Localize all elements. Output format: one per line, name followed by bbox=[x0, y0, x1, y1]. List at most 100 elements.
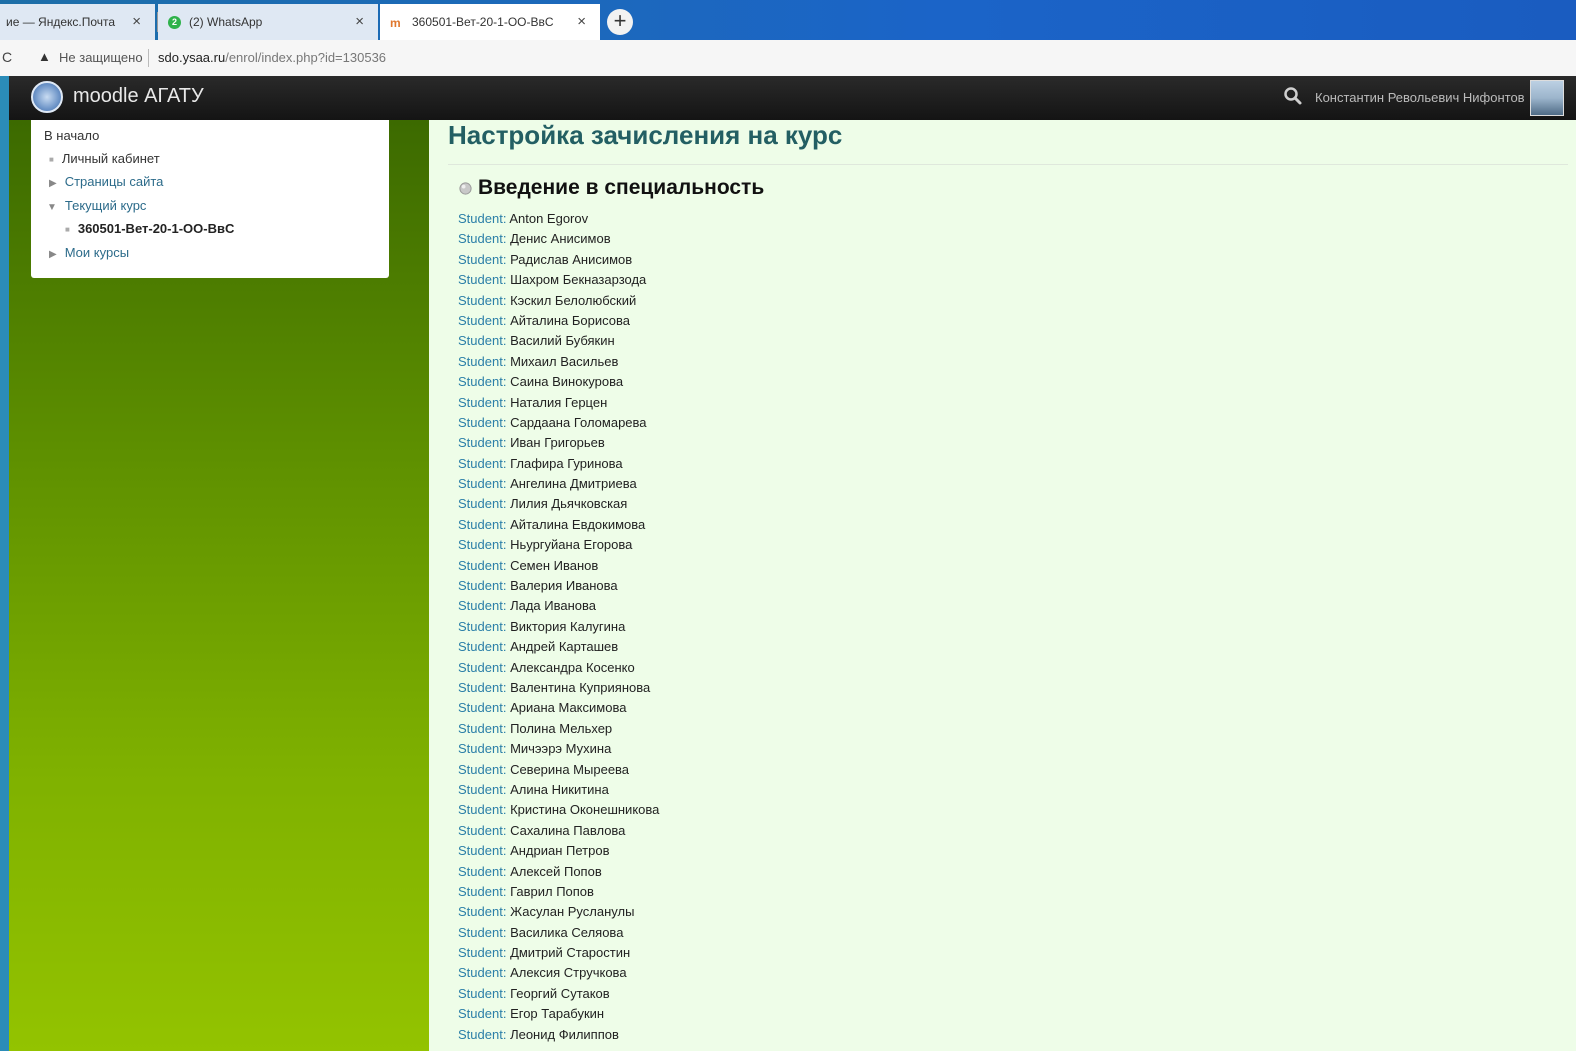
student-name: Сардаана Голомарева bbox=[510, 414, 647, 430]
university-logo-icon[interactable] bbox=[31, 81, 63, 113]
main-content: Настройка зачисления на курс Введение в … bbox=[429, 120, 1576, 1051]
role-label: Student: bbox=[458, 802, 507, 818]
role-label: Student: bbox=[458, 394, 507, 410]
sidebar-item-dashboard[interactable]: ■ Личный кабинет bbox=[49, 151, 160, 166]
role-label: Student: bbox=[458, 272, 507, 288]
sidebar-item-label: Страницы сайта bbox=[64, 174, 164, 189]
tab-yandex-mail[interactable]: ие — Яндекс.Почта × bbox=[0, 4, 155, 40]
list-item: Student: Айталина Борисова bbox=[458, 311, 659, 331]
list-item: Student: Василий Бубякин bbox=[458, 331, 659, 351]
student-name: Валентина Куприянова bbox=[510, 679, 651, 695]
student-name: Радислав Анисимов bbox=[510, 251, 633, 267]
student-name: Георгий Сутаков bbox=[510, 985, 610, 1001]
list-item: Student: Anton Egorov bbox=[458, 209, 659, 229]
list-item: Student: Валентина Куприянова bbox=[458, 678, 659, 698]
user-name[interactable]: Константин Револьевич Нифонтов bbox=[1315, 90, 1525, 105]
sidebar-item-home[interactable]: В начало bbox=[44, 128, 99, 143]
url-host: sdo.ysaa.ru bbox=[158, 50, 226, 65]
role-label: Student: bbox=[458, 985, 507, 1001]
list-item: Student: Иван Григорьев bbox=[458, 433, 659, 453]
student-name: Алина Никитина bbox=[510, 781, 609, 797]
role-label: Student: bbox=[458, 312, 507, 328]
role-label: Student: bbox=[458, 965, 507, 981]
student-name: Anton Egorov bbox=[509, 211, 589, 226]
list-item: Student: Сахалина Павлова bbox=[458, 821, 659, 841]
student-name: Ариана Максимова bbox=[510, 700, 627, 716]
role-label: Student: bbox=[458, 863, 507, 879]
sidebar-item-course-code[interactable]: ■ 360501-Вет-20-1-ОО-ВвС bbox=[65, 221, 234, 236]
caret-down-icon: ▼ bbox=[47, 202, 57, 213]
reload-icon[interactable]: C bbox=[2, 49, 12, 65]
list-item: Student: Северина Мыреева bbox=[458, 760, 659, 780]
tab-course[interactable]: m 360501-Вет-20-1-ОО-ВвС × bbox=[380, 4, 600, 40]
address-bar[interactable]: C ▲ Не защищено sdo.ysaa.ru/enrol/index.… bbox=[0, 40, 1576, 76]
whatsapp-icon: 2 bbox=[168, 15, 181, 29]
role-label: Student: bbox=[458, 516, 507, 532]
role-label: Student: bbox=[458, 843, 507, 859]
list-item: Student: Егор Тарабукин bbox=[458, 1004, 659, 1024]
student-name: Валерия Иванова bbox=[510, 578, 618, 594]
student-name: Айталина Евдокимова bbox=[510, 516, 646, 532]
student-name: Северина Мыреева bbox=[510, 761, 630, 777]
student-name: Василика Селяова bbox=[510, 924, 624, 940]
student-name: Александра Косенко bbox=[510, 659, 635, 675]
role-label: Student: bbox=[458, 211, 507, 226]
role-label: Student: bbox=[458, 1006, 507, 1022]
list-item: Student: Лилия Дьячковская bbox=[458, 494, 659, 514]
list-item: Student: Ангелина Дмитриева bbox=[458, 474, 659, 494]
window-edge bbox=[0, 0, 9, 1051]
student-name: Ньургуйана Егорова bbox=[510, 537, 633, 553]
list-item: Student: Глафира Гуринова bbox=[458, 454, 659, 474]
url-path: /enrol/index.php?id=130536 bbox=[225, 50, 387, 65]
list-item: Student: Дмитрий Старостин bbox=[458, 943, 659, 963]
tab-whatsapp[interactable]: 2 (2) WhatsApp × bbox=[158, 4, 378, 40]
student-name: Гаврил Попов bbox=[510, 883, 594, 899]
role-label: Student: bbox=[458, 822, 507, 838]
list-item: Student: Гаврил Попов bbox=[458, 882, 659, 902]
student-name: Кэскил Белолюбский bbox=[510, 292, 637, 308]
new-tab-button[interactable]: + bbox=[607, 9, 633, 35]
student-name: Лилия Дьячковская bbox=[510, 496, 628, 512]
student-name: Алексей Попов bbox=[510, 863, 602, 879]
list-item: Student: Василика Селяова bbox=[458, 923, 659, 943]
student-name: Дмитрий Старостин bbox=[510, 945, 631, 961]
role-label: Student: bbox=[458, 741, 507, 757]
student-name: Айталина Борисова bbox=[510, 312, 631, 328]
role-label: Student: bbox=[458, 292, 507, 308]
role-label: Student: bbox=[458, 374, 507, 390]
sidebar-item-my-courses[interactable]: ▶ Мои курсы bbox=[49, 245, 129, 260]
tab-label: 360501-Вет-20-1-ОО-ВвС bbox=[412, 15, 554, 29]
role-label: Student: bbox=[458, 537, 507, 553]
role-label: Student: bbox=[458, 720, 507, 736]
navigation-block: В начало ■ Личный кабинет ▶ Страницы сайта… bbox=[31, 120, 389, 278]
role-label: Student: bbox=[458, 435, 507, 451]
student-name: Василий Бубякин bbox=[510, 333, 615, 349]
sidebar-item-site-pages[interactable]: ▶ Страницы сайта bbox=[49, 174, 163, 189]
url-text[interactable]: sdo.ysaa.ru/enrol/index.php?id=130536 bbox=[158, 50, 386, 65]
role-label: Student: bbox=[458, 639, 507, 655]
security-label[interactable]: Не защищено bbox=[59, 50, 143, 65]
sidebar-item-label: Личный кабинет bbox=[61, 151, 160, 166]
student-name: Лада Иванова bbox=[510, 598, 596, 614]
close-icon[interactable]: × bbox=[132, 13, 141, 30]
avatar[interactable] bbox=[1530, 80, 1564, 116]
role-label: Student: bbox=[458, 924, 507, 940]
role-label: Student: bbox=[458, 557, 507, 573]
sidebar-item-label: Текущий курс bbox=[64, 198, 147, 213]
close-icon[interactable]: × bbox=[355, 13, 364, 30]
site-brand[interactable]: moodle АГАТУ bbox=[73, 85, 204, 108]
course-name[interactable]: Введение в специальность bbox=[478, 176, 764, 200]
close-icon[interactable]: × bbox=[577, 13, 586, 30]
search-icon[interactable] bbox=[1283, 86, 1303, 106]
bullet-icon: ■ bbox=[49, 155, 54, 165]
student-name: Наталия Герцен bbox=[510, 394, 608, 410]
student-name: Полина Мельхер bbox=[510, 720, 613, 736]
student-list: Student: Anton Egorov Student: Денис Анис… bbox=[458, 209, 659, 1045]
list-item: Student: Леонид Филиппов bbox=[458, 1025, 659, 1045]
warning-icon[interactable]: ▲ bbox=[38, 49, 51, 64]
role-label: Student: bbox=[458, 883, 507, 899]
student-name: Семен Иванов bbox=[510, 557, 599, 573]
list-item: Student: Жасулан Русланулы bbox=[458, 902, 659, 922]
list-item: Student: Георгий Сутаков bbox=[458, 984, 659, 1004]
sidebar-item-current-course[interactable]: ▼ Текущий курс bbox=[47, 198, 146, 213]
